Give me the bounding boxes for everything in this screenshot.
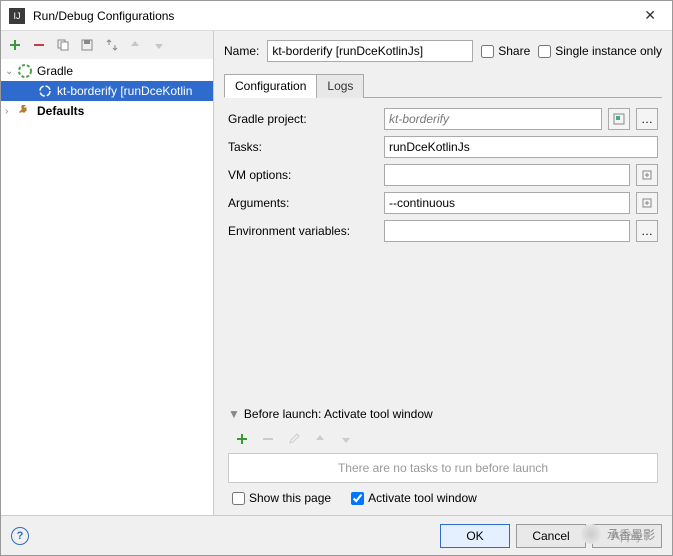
tree-node-selected[interactable]: kt-borderify [runDceKotlin <box>1 81 213 101</box>
share-checkbox[interactable]: Share <box>481 44 530 58</box>
close-icon[interactable]: ✕ <box>636 7 664 24</box>
move-down-button[interactable] <box>149 35 169 55</box>
expand-icon[interactable]: ⌄ <box>5 66 17 77</box>
before-launch-section: ▼ Before launch: Activate tool window <box>228 407 658 505</box>
running-icon <box>37 83 53 99</box>
tree-node-defaults[interactable]: › Defaults <box>1 101 213 121</box>
name-label: Name: <box>224 44 259 58</box>
expand-icon[interactable]: › <box>5 106 17 117</box>
registered-project-button[interactable] <box>608 108 630 130</box>
before-launch-header: Before launch: Activate tool window <box>244 407 433 421</box>
show-this-page-checkbox[interactable]: Show this page <box>232 491 331 505</box>
before-launch-list[interactable]: There are no tasks to run before launch <box>228 453 658 483</box>
tasks-label: Tasks: <box>228 140 378 154</box>
tree-label: Gradle <box>37 64 73 78</box>
add-config-button[interactable] <box>5 35 25 55</box>
help-button[interactable]: ? <box>11 527 29 545</box>
tabs: Configuration Logs <box>224 73 662 98</box>
cancel-button[interactable]: Cancel <box>516 524 586 548</box>
arguments-input[interactable] <box>384 192 630 214</box>
edit-task-button <box>284 429 304 449</box>
tab-logs[interactable]: Logs <box>316 74 364 98</box>
config-tree-pane: ⌄ Gradle kt-borderify [runDceKotlin › <box>1 31 214 515</box>
gradle-icon <box>17 63 33 79</box>
env-vars-label: Environment variables: <box>228 224 378 238</box>
config-detail-pane: Name: Share Single instance only Configu… <box>214 31 672 515</box>
edit-defaults-button[interactable] <box>101 35 121 55</box>
wrench-icon <box>17 103 33 119</box>
tasks-input[interactable] <box>384 136 658 158</box>
empty-text: There are no tasks to run before launch <box>338 461 548 475</box>
browse-env-button[interactable]: … <box>636 220 658 242</box>
vm-options-label: VM options: <box>228 168 378 182</box>
name-input[interactable] <box>267 40 473 62</box>
remove-task-button <box>258 429 278 449</box>
add-task-button[interactable] <box>232 429 252 449</box>
bottom-bar: ? OK Cancel Apply <box>1 515 672 555</box>
tree-label: Defaults <box>37 104 84 118</box>
move-task-down-button <box>336 429 356 449</box>
gradle-project-input[interactable] <box>384 108 602 130</box>
tree-toolbar <box>1 31 213 59</box>
save-config-button[interactable] <box>77 35 97 55</box>
arguments-label: Arguments: <box>228 196 378 210</box>
move-task-up-button <box>310 429 330 449</box>
vm-options-input[interactable] <box>384 164 630 186</box>
gradle-project-label: Gradle project: <box>228 112 378 126</box>
env-vars-input[interactable] <box>384 220 630 242</box>
window-title: Run/Debug Configurations <box>33 9 636 23</box>
config-tree[interactable]: ⌄ Gradle kt-borderify [runDceKotlin › <box>1 59 213 515</box>
apply-button: Apply <box>592 524 662 548</box>
move-up-button[interactable] <box>125 35 145 55</box>
activate-tool-window-checkbox[interactable]: Activate tool window <box>351 491 477 505</box>
expand-vm-options-button[interactable] <box>636 164 658 186</box>
tree-label: kt-borderify [runDceKotlin <box>57 84 192 98</box>
tree-node-gradle[interactable]: ⌄ Gradle <box>1 61 213 81</box>
copy-config-button[interactable] <box>53 35 73 55</box>
titlebar: IJ Run/Debug Configurations ✕ <box>1 1 672 31</box>
ok-button[interactable]: OK <box>440 524 510 548</box>
expand-arguments-button[interactable] <box>636 192 658 214</box>
single-instance-checkbox[interactable]: Single instance only <box>538 44 662 58</box>
app-icon: IJ <box>9 8 25 24</box>
browse-button[interactable]: … <box>636 108 658 130</box>
tab-configuration[interactable]: Configuration <box>224 74 317 98</box>
remove-config-button[interactable] <box>29 35 49 55</box>
collapse-icon[interactable]: ▼ <box>228 407 240 421</box>
